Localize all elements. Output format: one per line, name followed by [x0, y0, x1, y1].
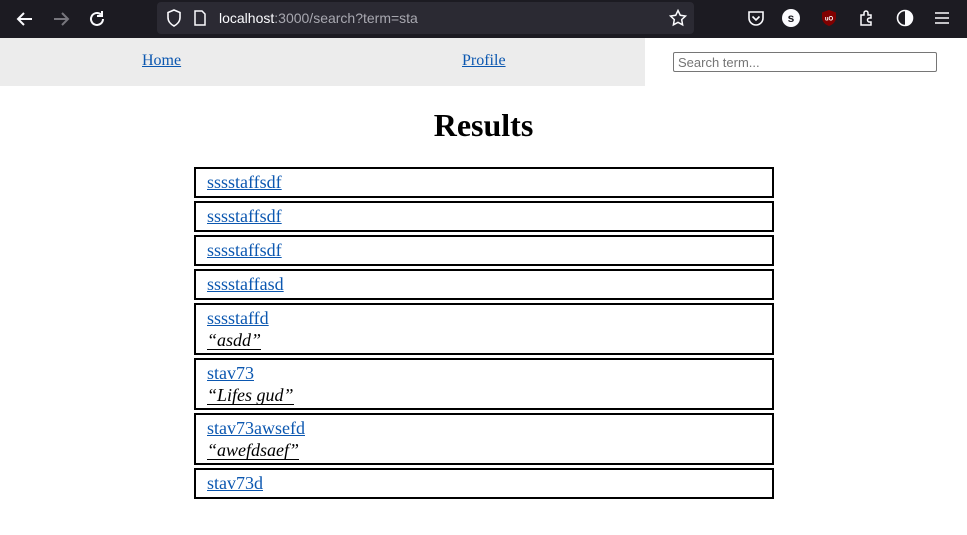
reload-icon[interactable] — [83, 5, 111, 33]
forward-icon[interactable] — [47, 5, 75, 33]
result-item: sssstaffsdf — [194, 201, 774, 232]
page-icon — [189, 7, 211, 29]
extension-s-letter: s — [782, 9, 800, 27]
back-icon[interactable] — [11, 5, 39, 33]
result-user-link[interactable]: sssstaffasd — [207, 273, 284, 295]
result-user-link[interactable]: stav73 — [207, 362, 254, 384]
results-list: sssstaffsdf sssstaffsdf sssstaffsdf sssstaf… — [194, 167, 774, 502]
result-item: sssstaffsdf — [194, 235, 774, 266]
page-title: Results — [433, 107, 534, 143]
result-item: sssstaffd “asdd” — [194, 303, 774, 355]
result-user-link[interactable]: stav73awsefd — [207, 417, 305, 439]
result-quote: “asdd” — [207, 330, 262, 350]
extension-s-icon[interactable]: s — [780, 7, 802, 29]
url-path: :3000/search?term=sta — [274, 10, 418, 26]
result-user-link[interactable]: sssstaffsdf — [207, 239, 282, 261]
result-quote: “awefdsaef” — [207, 440, 300, 460]
svg-text:uO: uO — [825, 17, 834, 23]
result-user-link[interactable]: sssstaffd — [207, 307, 269, 329]
search-input[interactable] — [673, 52, 937, 72]
result-item: stav73 “Lifes gud” — [194, 358, 774, 410]
account-icon[interactable] — [894, 7, 916, 29]
url-host: localhost — [219, 10, 275, 26]
result-item: sssstaffsdf — [194, 167, 774, 198]
home-link[interactable]: Home — [142, 52, 181, 70]
result-user-link[interactable]: sssstaffsdf — [207, 171, 282, 193]
result-quote: “Lifes gud” — [207, 385, 294, 405]
pocket-icon[interactable] — [745, 7, 767, 29]
browser-toolbar: localhost:3000/search?term=sta s uO — [0, 0, 967, 38]
result-item: stav73d — [194, 468, 774, 499]
ublock-icon[interactable]: uO — [818, 7, 840, 29]
result-item: stav73awsefd “awefdsaef” — [194, 413, 774, 465]
menu-hamburger-icon[interactable] — [931, 7, 953, 29]
address-bar[interactable]: localhost:3000/search?term=sta — [157, 2, 694, 34]
site-nav: Home Profile — [0, 38, 967, 86]
shield-icon[interactable] — [163, 7, 185, 29]
extensions-puzzle-icon[interactable] — [856, 7, 878, 29]
result-user-link[interactable]: stav73d — [207, 472, 263, 494]
result-user-link[interactable]: sssstaffsdf — [207, 205, 282, 227]
nav-links-area: Home Profile — [0, 38, 645, 86]
bookmark-star-icon[interactable] — [667, 7, 689, 29]
profile-link[interactable]: Profile — [462, 52, 506, 70]
result-item: sssstaffasd — [194, 269, 774, 300]
url-text[interactable]: localhost:3000/search?term=sta — [219, 10, 418, 26]
